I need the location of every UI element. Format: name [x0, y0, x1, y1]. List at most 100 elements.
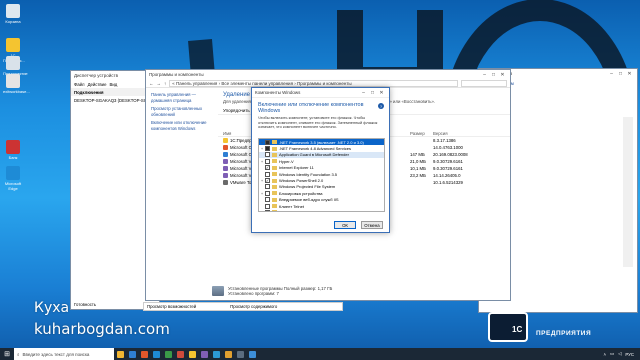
desktop-icon[interactable]: Банк	[3, 140, 23, 160]
app-glyph	[224, 350, 232, 358]
tab-contents[interactable]: Просмотр содержимого	[230, 304, 277, 309]
maximize-icon[interactable]: □	[616, 71, 625, 77]
feature-checkbox[interactable]	[265, 146, 270, 152]
app-glyph	[200, 350, 208, 358]
feature-label: Hyper-V	[279, 158, 294, 164]
nav-windows-features[interactable]: Включение или отключение компонентов Win…	[151, 120, 213, 131]
close-icon[interactable]: ✕	[625, 71, 634, 77]
taskbar-app-icon[interactable]	[138, 348, 150, 360]
ok-button[interactable]: ОК	[334, 221, 356, 229]
feature-label: Application Guard в Microsoft Defender	[279, 152, 349, 158]
organize-button[interactable]: Упорядочить	[223, 108, 250, 113]
feature-checkbox[interactable]	[265, 184, 270, 190]
taskbar-app-icon[interactable]	[162, 348, 174, 360]
column-size[interactable]: Размер	[410, 131, 425, 136]
app-glyph	[236, 350, 244, 358]
forward-icon[interactable]: →	[157, 81, 162, 86]
close-icon[interactable]: ✕	[377, 90, 386, 96]
tab-features[interactable]: Просмотр возможностей	[147, 304, 196, 309]
help-icon[interactable]: ?	[378, 103, 384, 109]
brand-top: НИСТРАТОР	[536, 305, 585, 314]
close-icon[interactable]: ✕	[498, 72, 507, 78]
taskbar-app-icon[interactable]	[186, 348, 198, 360]
taskbar-app-icon[interactable]	[234, 348, 246, 360]
desktop-icon[interactable]: Предприятие	[3, 56, 28, 76]
scrollbar[interactable]	[623, 117, 633, 267]
feature-checkbox[interactable]	[265, 139, 270, 145]
desktop-icon[interactable]: Microsoft Edge	[3, 166, 23, 191]
folder-icon	[272, 204, 277, 209]
device-manager-status: Готовность	[74, 302, 97, 307]
program-size: 23,2 МБ	[410, 173, 426, 178]
feature-checkbox[interactable]: ✓	[265, 178, 270, 184]
folder-icon	[272, 210, 277, 211]
nav-control-panel-home[interactable]: Панель управления — домашняя страница	[151, 92, 213, 103]
taskbar-app-icon[interactable]	[114, 348, 126, 360]
back-icon[interactable]: ←	[149, 81, 154, 86]
windows-features-dialog[interactable]: Компоненты Windows – □ ✕ Включение или о…	[251, 87, 390, 233]
system-tray: ˄ ▭ ◁ РУС	[604, 351, 640, 357]
program-icon	[223, 138, 228, 143]
desktop-icon[interactable]: exitworkbase...	[3, 74, 30, 94]
feature-item[interactable]: Клиент TFTP	[259, 209, 384, 211]
volume-icon[interactable]: ◁	[618, 351, 621, 357]
minimize-icon[interactable]: –	[359, 90, 368, 96]
taskbar-app-icon[interactable]	[150, 348, 162, 360]
feature-checkbox[interactable]	[265, 152, 270, 158]
features-tree: + .NET Framework 3.5 (включает .NET 2.0 и…	[258, 138, 385, 212]
cancel-button[interactable]: Отмена	[361, 221, 383, 229]
menu-view[interactable]: Вид	[109, 82, 117, 87]
search-input[interactable]	[461, 79, 507, 87]
feature-checkbox[interactable]	[265, 158, 270, 164]
feature-checkbox[interactable]	[265, 171, 270, 177]
column-name[interactable]: Имя	[223, 131, 231, 136]
feature-checkbox[interactable]	[265, 190, 270, 196]
brand-logo: НИСТРАТОР 1С ПРЕДПРИЯТИЯ	[488, 297, 638, 347]
minimize-icon[interactable]: –	[607, 71, 616, 77]
maximize-icon[interactable]: □	[368, 90, 377, 96]
taskbar-app-icon[interactable]	[174, 348, 186, 360]
desktop-icon[interactable]: Корзина	[3, 4, 23, 24]
address-input[interactable]: « Панель управления › Все элементы панел…	[169, 79, 458, 87]
program-icon	[223, 166, 228, 171]
brand-mid: 1С	[512, 325, 523, 334]
nav-installed-updates[interactable]: Просмотр установленных обновлений	[151, 106, 213, 117]
dialog-titlebar[interactable]: Компоненты Windows – □ ✕	[252, 88, 389, 98]
up-icon[interactable]: ↑	[164, 81, 166, 86]
chevron-up-icon[interactable]: ˄	[604, 352, 607, 357]
program-version: 9.0.30729.6161	[433, 166, 463, 171]
taskbar-app-icon[interactable]	[246, 348, 258, 360]
taskbar-app-icon[interactable]	[126, 348, 138, 360]
program-version: 14.0.4763.1000	[433, 145, 463, 150]
taskbar-app-icon[interactable]	[198, 348, 210, 360]
device-tree-root[interactable]: DESKTOP-SGAKAQ3 (DESKTOP-SGAKAQ3)	[74, 98, 159, 104]
taskbar-search[interactable]: ⌕ Введите здесь текст для поиска	[14, 348, 114, 360]
start-button[interactable]: ⊞	[0, 348, 14, 360]
app-glyph	[140, 350, 148, 358]
app-glyph	[116, 350, 124, 358]
minimize-icon[interactable]: –	[480, 72, 489, 78]
program-size: 10,1 МБ	[410, 166, 426, 171]
feature-checkbox[interactable]	[265, 209, 270, 211]
column-version[interactable]: Версия	[433, 131, 448, 136]
desktop-icon-image	[6, 166, 20, 180]
desktop-icon-image	[6, 38, 20, 52]
desktop-icon-label: exitworkbase...	[3, 89, 30, 94]
feature-checkbox[interactable]	[265, 203, 270, 209]
network-icon[interactable]: ▭	[610, 351, 614, 357]
menu-file[interactable]: Файл	[74, 82, 85, 87]
taskbar-app-icon[interactable]	[222, 348, 234, 360]
maximize-icon[interactable]: □	[489, 72, 498, 78]
folder-icon	[272, 152, 277, 157]
program-version: 8.3.17.1386	[433, 138, 456, 143]
programs-titlebar[interactable]: Программы и компоненты – □ ✕	[146, 70, 510, 79]
menu-action[interactable]: Действие	[88, 82, 107, 87]
app-glyph	[212, 350, 220, 358]
program-version: 9.0.30729.6161	[433, 159, 463, 164]
taskbar-app-icon[interactable]	[210, 348, 222, 360]
programs-left-nav: Панель управления — домашняя страница Пр…	[146, 88, 218, 300]
language-indicator[interactable]: РУС	[625, 352, 634, 357]
feature-checkbox[interactable]: ✓	[265, 165, 270, 171]
watermark-site: kuharbogdan.com	[34, 320, 170, 338]
feature-checkbox[interactable]	[265, 197, 270, 203]
